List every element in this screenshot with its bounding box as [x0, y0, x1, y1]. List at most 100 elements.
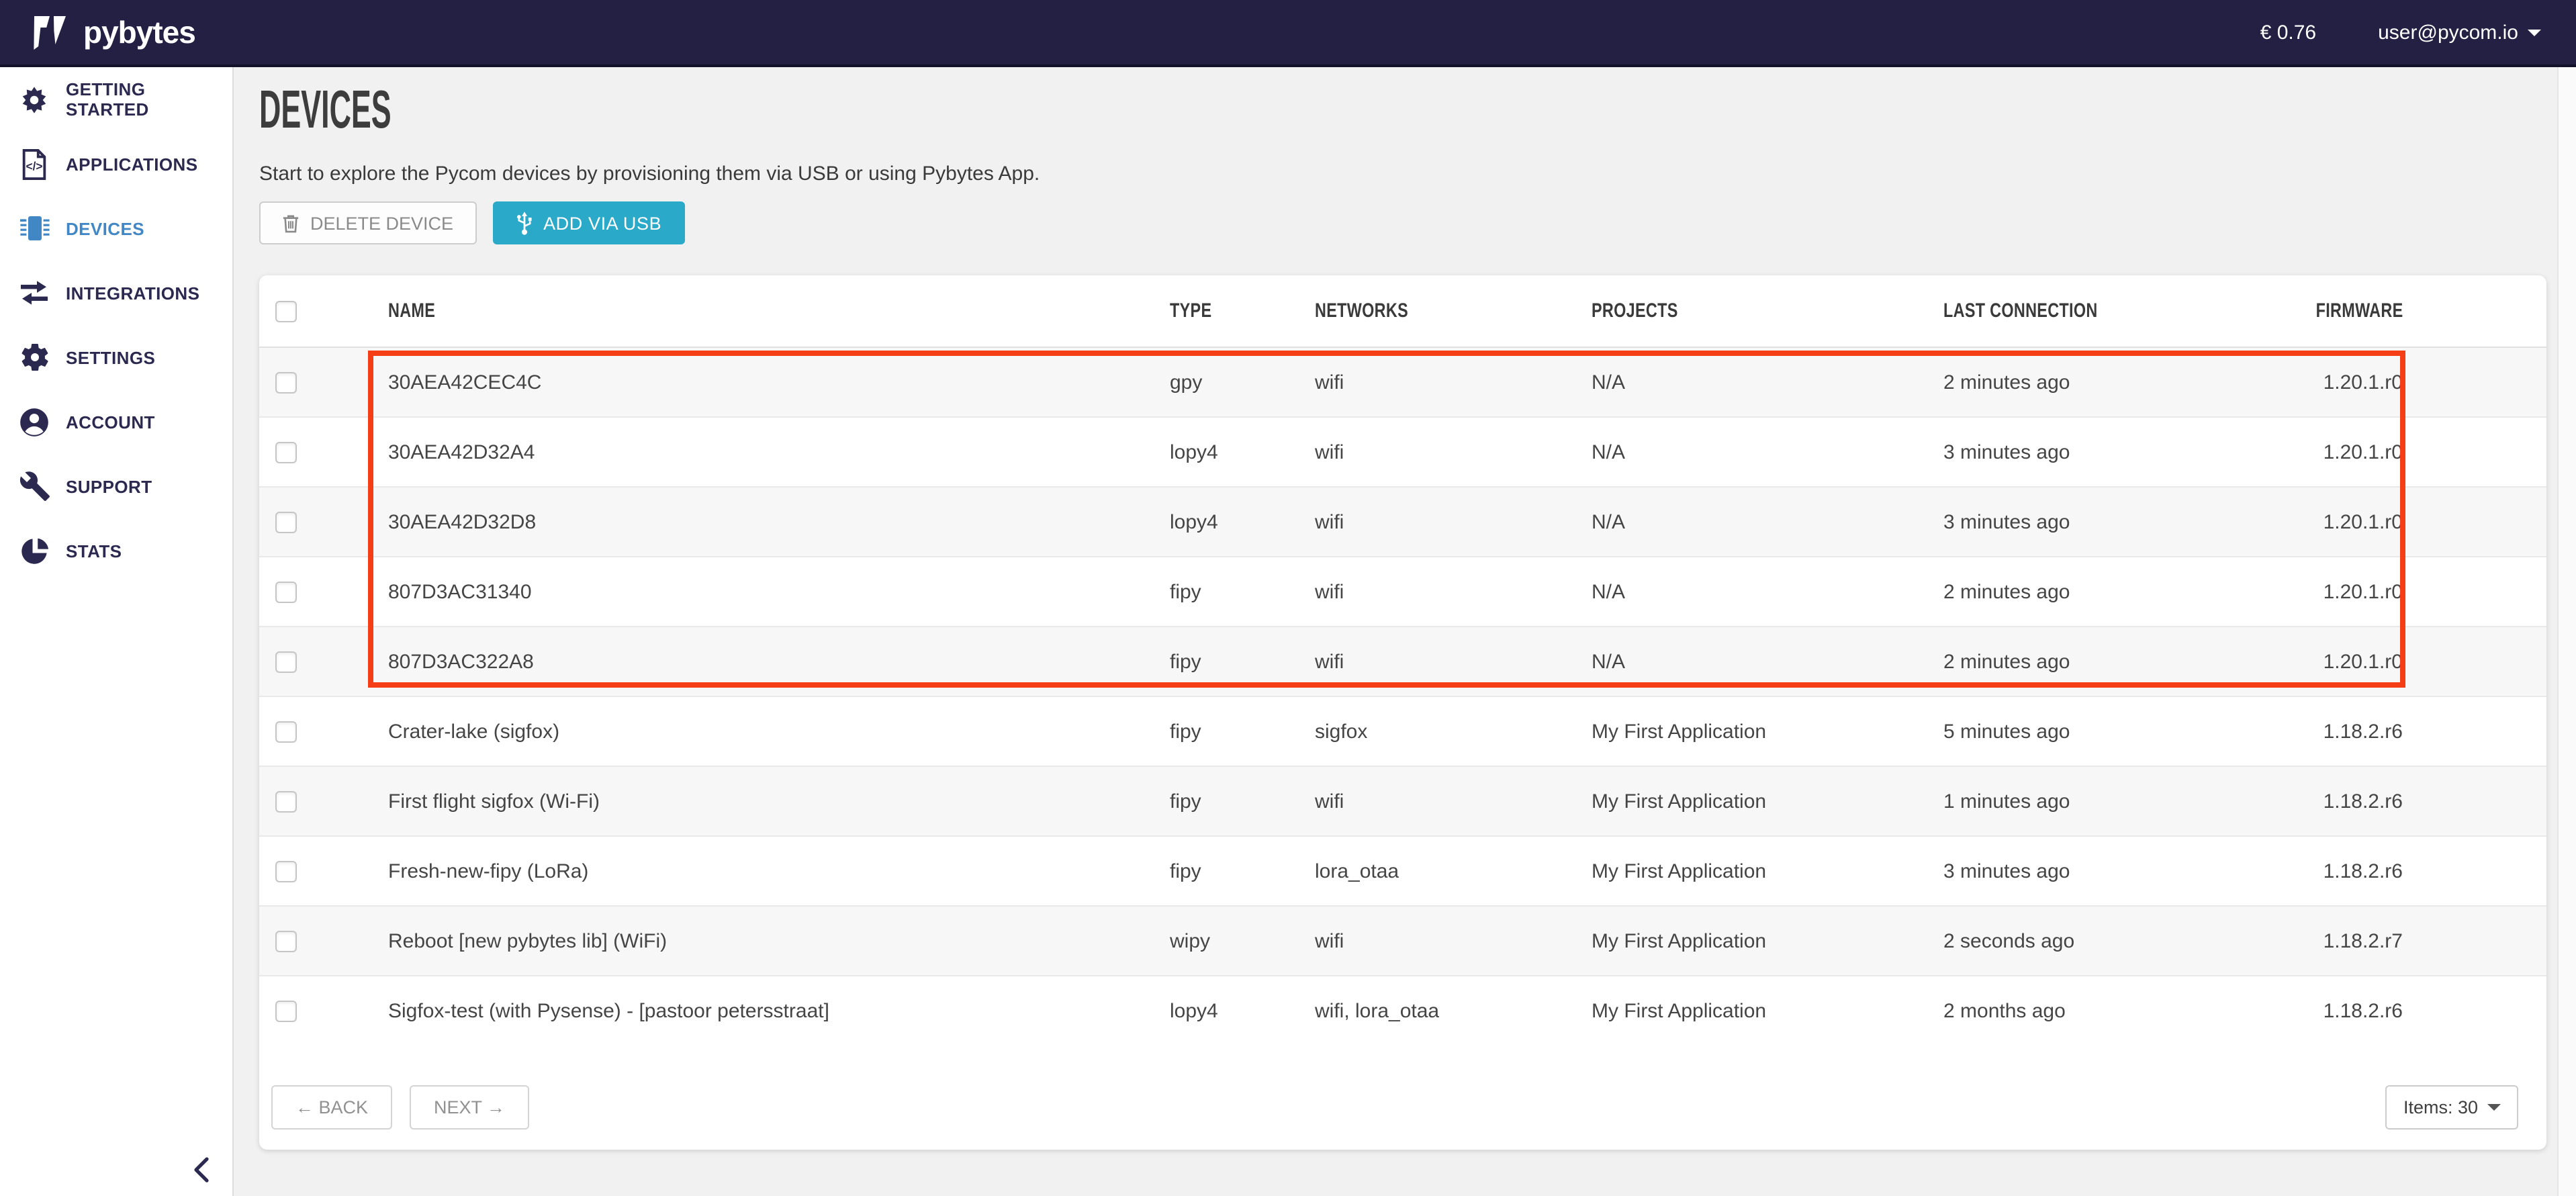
screen: pybytes € 0.76 user@pycom.io GETTING STA…	[0, 0, 2576, 1196]
device-last-connection: 2 minutes ago	[1943, 371, 2070, 394]
sidebar-item-label: INTEGRATIONS	[66, 283, 199, 303]
code-document-icon: </>	[16, 146, 52, 181]
row-checkbox[interactable]	[275, 1000, 297, 1021]
page-title: DEVICES	[259, 81, 495, 141]
sidebar-item-support[interactable]: SUPPORT	[0, 454, 232, 518]
device-networks: wifi	[1315, 371, 1344, 394]
row-checkbox[interactable]	[275, 651, 297, 672]
sidebar-item-applications[interactable]: </> APPLICATIONS	[0, 132, 232, 196]
user-circle-icon	[16, 404, 52, 439]
row-checkbox[interactable]	[275, 790, 297, 812]
sidebar-item-getting-started[interactable]: GETTING STARTED	[0, 67, 232, 132]
device-type: wipy	[1170, 929, 1210, 952]
device-name: Sigfox-test (with Pysense) - [pastoor pe…	[388, 999, 829, 1022]
device-projects: My First Application	[1592, 860, 1766, 882]
sidebar-item-settings[interactable]: SETTINGS	[0, 325, 232, 389]
device-last-connection: 2 seconds ago	[1943, 929, 2074, 952]
device-networks: wifi	[1315, 790, 1344, 813]
row-checkbox[interactable]	[275, 581, 297, 602]
sidebar: GETTING STARTED </> APPLICATIONS	[0, 67, 234, 1196]
table-row[interactable]: 807D3AC322A8 fipy wifi N/A 2 minutes ago…	[259, 626, 2546, 696]
device-last-connection: 2 minutes ago	[1943, 650, 2070, 673]
sidebar-collapse-button[interactable]	[192, 1156, 211, 1183]
items-per-page-dropdown[interactable]: Items: 30	[2386, 1085, 2518, 1130]
device-type: lopy4	[1170, 510, 1218, 533]
device-networks: wifi	[1315, 650, 1344, 673]
topbar: pybytes € 0.76 user@pycom.io	[0, 0, 2576, 67]
column-header-projects: PROJECTS	[1592, 299, 1678, 322]
add-via-usb-button[interactable]: ADD VIA USB	[492, 201, 684, 244]
chip-icon	[16, 211, 52, 246]
row-checkbox[interactable]	[275, 930, 297, 952]
device-firmware: 1.18.2.r6	[2324, 860, 2403, 882]
device-last-connection: 5 minutes ago	[1943, 720, 2070, 743]
device-last-connection: 3 minutes ago	[1943, 510, 2070, 533]
table-row[interactable]: 30AEA42CEC4C gpy wifi N/A 2 minutes ago …	[259, 348, 2546, 416]
items-per-page-label: Items: 30	[2403, 1097, 2478, 1117]
next-button[interactable]: NEXT →	[410, 1085, 529, 1130]
device-name: First flight sigfox (Wi-Fi)	[388, 790, 600, 813]
row-checkbox[interactable]	[275, 511, 297, 533]
table-row[interactable]: Reboot [new pybytes lib] (WiFi) wipy wif…	[259, 905, 2546, 975]
device-projects: My First Application	[1592, 929, 1766, 952]
device-networks: wifi	[1315, 441, 1344, 463]
device-projects: N/A	[1592, 441, 1625, 463]
device-type: fipy	[1170, 790, 1201, 813]
device-networks: wifi	[1315, 580, 1344, 603]
svg-text:</>: </>	[26, 159, 43, 173]
device-type: fipy	[1170, 860, 1201, 882]
device-firmware: 1.20.1.r0	[2324, 650, 2403, 673]
device-networks: wifi	[1315, 510, 1344, 533]
column-header-networks: NETWORKS	[1315, 299, 1408, 322]
user-menu[interactable]: user@pycom.io	[2378, 21, 2541, 44]
device-name: Crater-lake (sigfox)	[388, 720, 559, 743]
table-header-row: NAME TYPE NETWORKS PROJECTS LAST CONNECT…	[259, 275, 2546, 348]
pagination: ← BACK NEXT → Items: 30	[259, 1031, 2546, 1150]
user-email: user@pycom.io	[2378, 21, 2518, 44]
table-row[interactable]: Fresh-new-fipy (LoRa) fipy lora_otaa My …	[259, 835, 2546, 905]
sidebar-item-devices[interactable]: DEVICES	[0, 196, 232, 261]
chevron-left-icon	[192, 1156, 211, 1183]
back-button[interactable]: ← BACK	[271, 1085, 392, 1130]
row-checkbox[interactable]	[275, 721, 297, 742]
sun-icon	[16, 82, 52, 117]
row-checkbox[interactable]	[275, 860, 297, 882]
pie-chart-icon	[16, 533, 52, 568]
table-row[interactable]: First flight sigfox (Wi-Fi) fipy wifi My…	[259, 766, 2546, 835]
table-body: 30AEA42CEC4C gpy wifi N/A 2 minutes ago …	[259, 348, 2546, 1045]
device-name: Reboot [new pybytes lib] (WiFi)	[388, 929, 667, 952]
device-projects: N/A	[1592, 650, 1625, 673]
device-type: fipy	[1170, 650, 1201, 673]
wrench-icon	[16, 469, 52, 504]
pybytes-logo-icon	[32, 15, 73, 50]
delete-device-button[interactable]: DELETE DEVICE	[259, 201, 476, 244]
pybytes-logo[interactable]: pybytes	[32, 14, 195, 50]
device-networks: sigfox	[1315, 720, 1367, 743]
table-row[interactable]: 30AEA42D32A4 lopy4 wifi N/A 3 minutes ag…	[259, 416, 2546, 486]
sidebar-item-account[interactable]: ACCOUNT	[0, 389, 232, 454]
sidebar-item-label: SUPPORT	[66, 476, 152, 496]
device-firmware: 1.20.1.r0	[2324, 441, 2403, 463]
select-all-checkbox[interactable]	[275, 300, 297, 322]
trash-icon	[282, 213, 300, 233]
device-last-connection: 3 minutes ago	[1943, 441, 2070, 463]
table-row[interactable]: 30AEA42D32D8 lopy4 wifi N/A 3 minutes ag…	[259, 486, 2546, 556]
device-firmware: 1.20.1.r0	[2324, 580, 2403, 603]
page-scrollbar[interactable]	[2557, 67, 2576, 1196]
device-networks: wifi, lora_otaa	[1315, 999, 1439, 1022]
sidebar-item-stats[interactable]: STATS	[0, 518, 232, 583]
device-firmware: 1.18.2.r6	[2324, 720, 2403, 743]
caret-down-icon	[2528, 29, 2541, 36]
topbar-right: € 0.76 user@pycom.io	[2260, 21, 2541, 44]
toolbar: DELETE DEVICE ADD VIA USB	[259, 201, 684, 244]
add-via-usb-label: ADD VIA USB	[543, 213, 661, 233]
row-checkbox[interactable]	[275, 371, 297, 393]
table-row[interactable]: 807D3AC31340 fipy wifi N/A 2 minutes ago…	[259, 556, 2546, 626]
balance: € 0.76	[2260, 21, 2316, 44]
table-row[interactable]: Crater-lake (sigfox) fipy sigfox My Firs…	[259, 696, 2546, 766]
delete-device-label: DELETE DEVICE	[310, 213, 453, 233]
sidebar-item-label: DEVICES	[66, 218, 144, 238]
sidebar-item-integrations[interactable]: INTEGRATIONS	[0, 261, 232, 325]
device-last-connection: 2 minutes ago	[1943, 580, 2070, 603]
row-checkbox[interactable]	[275, 441, 297, 463]
